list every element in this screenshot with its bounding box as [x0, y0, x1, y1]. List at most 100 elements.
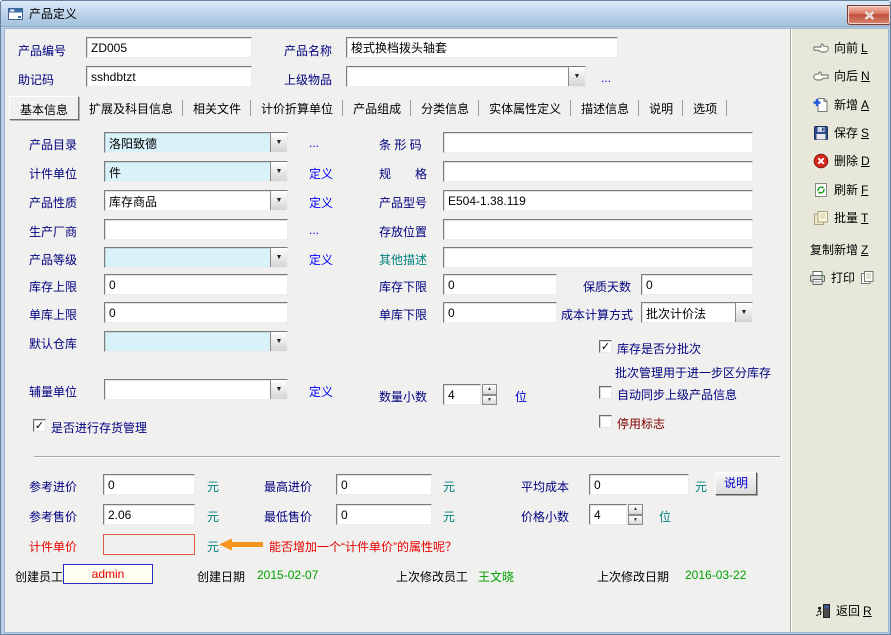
min-sale-input[interactable]: [336, 504, 432, 525]
product-code-input[interactable]: [86, 37, 252, 58]
stock-lower-label: 库存下限: [379, 278, 427, 295]
tab-entity-attributes[interactable]: 实体属性定义: [479, 96, 571, 120]
refresh-button[interactable]: 刷新F: [813, 181, 868, 198]
shelf-days-input[interactable]: [641, 274, 753, 295]
catalog-browse-link[interactable]: ...: [309, 136, 319, 150]
batch-sheets-icon: [813, 210, 829, 226]
created-by-label: 创建员工: [15, 568, 63, 585]
nav-prev-button[interactable]: 向前L: [813, 39, 868, 56]
chevron-down-icon[interactable]: ▼: [270, 380, 287, 399]
tab-basic-info[interactable]: 基本信息: [9, 96, 79, 120]
price-decimal-input[interactable]: [589, 504, 627, 525]
ref-purchase-input[interactable]: [103, 474, 195, 495]
tab-notes[interactable]: 说明: [639, 96, 683, 120]
price-decimal-stepper[interactable]: ▲▼: [628, 504, 643, 525]
qty-decimal-stepper[interactable]: ▲▼: [482, 384, 497, 405]
batch-checkbox[interactable]: ✓: [599, 340, 612, 353]
stepper-down-icon[interactable]: ▼: [628, 515, 643, 526]
product-definition-window: 产品定义 产品编号 产品名称 助记码 上级物品 ▼ ... 基本信息 扩展及科目…: [0, 0, 891, 635]
copy-add-button[interactable]: 复制新增Z: [810, 241, 868, 258]
add-new-button[interactable]: 新增A: [813, 96, 869, 113]
piece-unit-dropdown[interactable]: 件▼: [104, 161, 288, 182]
single-upper-label: 单库上限: [29, 306, 77, 323]
piece-price-label: 计件单价: [29, 538, 77, 555]
grade-dropdown[interactable]: ▼: [104, 247, 288, 268]
chevron-down-icon[interactable]: ▼: [270, 332, 287, 351]
close-button[interactable]: [847, 5, 891, 25]
delete-circle-icon: [813, 153, 829, 169]
max-purchase-label: 最高进价: [264, 478, 312, 495]
aux-unit-label: 辅量单位: [29, 383, 77, 400]
chevron-down-icon[interactable]: ▼: [735, 303, 752, 322]
stepper-up-icon[interactable]: ▲: [628, 504, 643, 515]
chevron-down-icon[interactable]: ▼: [568, 67, 585, 86]
catalog-dropdown[interactable]: 洛阳致德▼: [104, 132, 288, 153]
nav-next-button[interactable]: 向后N: [813, 67, 870, 84]
mnemonic-label: 助记码: [18, 71, 54, 88]
auto-sync-label: 自动同步上级产品信息: [617, 386, 737, 403]
stepper-up-icon[interactable]: ▲: [482, 384, 497, 395]
grade-define-link[interactable]: 定义: [309, 251, 333, 268]
section-divider: [34, 456, 780, 457]
other-desc-label: 其他描述: [379, 251, 427, 268]
manufacturer-browse-link[interactable]: ...: [309, 223, 319, 237]
spec-input[interactable]: [443, 161, 753, 182]
min-sale-label: 最低售价: [264, 508, 312, 525]
aux-unit-define-link[interactable]: 定义: [309, 383, 333, 400]
nature-define-link[interactable]: 定义: [309, 194, 333, 211]
inventory-mgmt-checkbox[interactable]: ✓: [33, 419, 46, 432]
manufacturer-input[interactable]: [104, 219, 288, 240]
avg-cost-input[interactable]: [589, 474, 689, 495]
parent-item-dropdown[interactable]: ▼: [346, 66, 586, 87]
modified-by-label: 上次修改员工: [396, 568, 468, 585]
nature-dropdown[interactable]: 库存商品▼: [104, 190, 288, 211]
tab-description-info[interactable]: 描述信息: [571, 96, 639, 120]
location-label: 存放位置: [379, 223, 427, 240]
product-name-input[interactable]: [346, 37, 618, 58]
other-desc-input[interactable]: [443, 247, 753, 268]
disabled-flag-checkbox[interactable]: [599, 415, 612, 428]
chevron-down-icon[interactable]: ▼: [270, 248, 287, 267]
modified-by-value: 王文晓: [478, 568, 514, 585]
tab-extension-accounts[interactable]: 扩展及科目信息: [79, 96, 183, 120]
single-lower-input[interactable]: [443, 302, 557, 323]
ref-purchase-unit: 元: [207, 478, 219, 495]
single-upper-input[interactable]: [104, 302, 288, 323]
chevron-down-icon[interactable]: ▼: [270, 133, 287, 152]
explain-button[interactable]: 说明: [715, 472, 757, 495]
tab-product-composition[interactable]: 产品组成: [343, 96, 411, 120]
qty-decimal-input[interactable]: [443, 384, 481, 405]
chevron-down-icon[interactable]: ▼: [270, 162, 287, 181]
barcode-input[interactable]: [443, 132, 753, 153]
tab-classification-info[interactable]: 分类信息: [411, 96, 479, 120]
mnemonic-input[interactable]: [86, 66, 252, 87]
parent-item-browse-link[interactable]: ...: [601, 71, 611, 85]
hand-left-icon: [813, 40, 829, 56]
ref-sale-input[interactable]: [103, 504, 195, 525]
model-input[interactable]: [443, 190, 753, 211]
stock-lower-input[interactable]: [443, 274, 557, 295]
stepper-down-icon[interactable]: ▼: [482, 395, 497, 406]
batch-button[interactable]: 批量T: [813, 209, 868, 226]
location-input[interactable]: [443, 219, 753, 240]
piece-price-input[interactable]: [103, 534, 195, 555]
cost-method-dropdown[interactable]: 批次计价法▼: [641, 302, 753, 323]
return-button[interactable]: 返回R: [815, 602, 872, 619]
print-button[interactable]: 打印: [809, 269, 875, 286]
stock-upper-input[interactable]: [104, 274, 288, 295]
chevron-down-icon[interactable]: ▼: [270, 191, 287, 210]
qty-decimal-label: 数量小数: [379, 388, 427, 405]
default-warehouse-dropdown[interactable]: ▼: [104, 331, 288, 352]
delete-button[interactable]: 删除D: [813, 152, 870, 169]
piece-unit-define-link[interactable]: 定义: [309, 165, 333, 182]
shelf-days-label: 保质天数: [583, 278, 631, 295]
created-date-value: 2015-02-07: [257, 568, 318, 582]
aux-unit-dropdown[interactable]: ▼: [104, 379, 288, 400]
tab-related-files[interactable]: 相关文件: [183, 96, 251, 120]
print-preview-icon: [860, 270, 875, 285]
tab-options[interactable]: 选项: [683, 96, 727, 120]
tab-pricing-conversion-unit[interactable]: 计价折算单位: [251, 96, 343, 120]
max-purchase-input[interactable]: [336, 474, 432, 495]
auto-sync-checkbox[interactable]: [599, 386, 612, 399]
save-button[interactable]: 保存S: [813, 124, 869, 141]
